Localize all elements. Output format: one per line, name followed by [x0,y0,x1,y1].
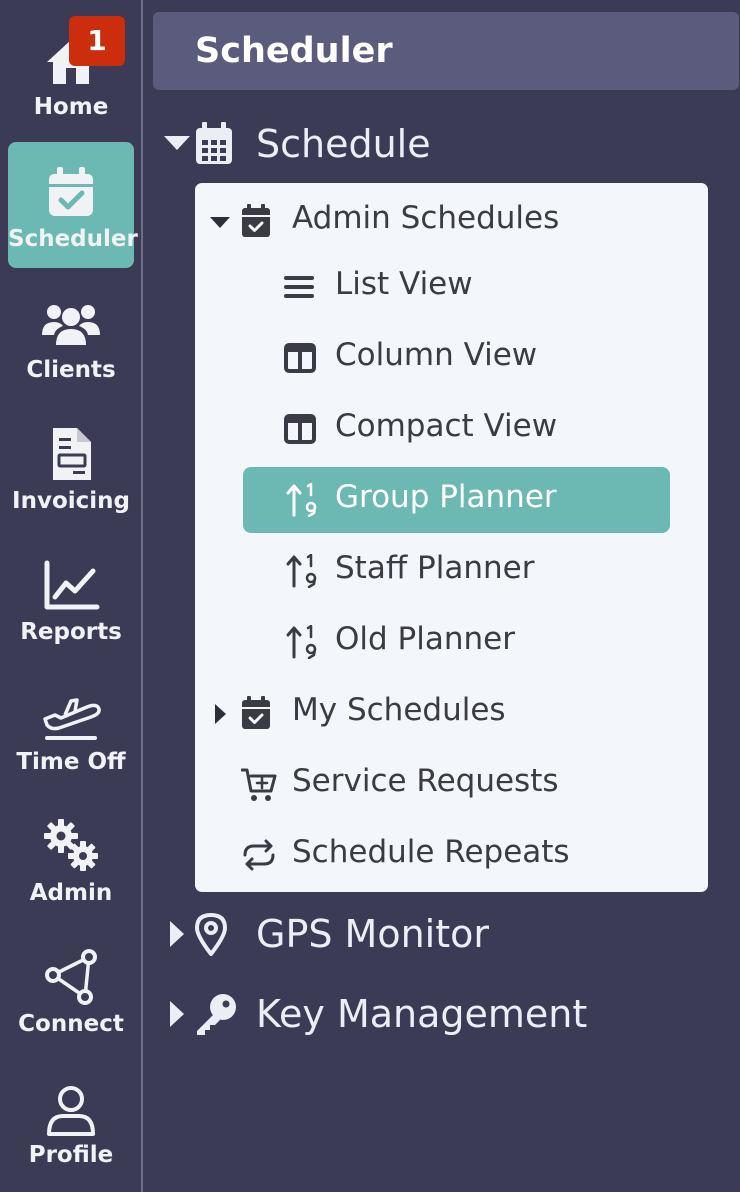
menu-item-label: Group Planner [335,479,557,515]
rail-item-label: Profile [28,1142,114,1168]
list-icon [284,276,314,298]
panel-title-bar: Scheduler [153,12,739,90]
menu-item-schedule-repeats[interactable]: Schedule Repeats [203,822,700,888]
rail-item-home[interactable]: 1 Home [8,10,134,136]
rail-item-clients[interactable]: Clients [8,273,134,399]
menu-item-old-planner[interactable]: Old Planner [243,609,670,675]
rail-item-invoicing[interactable]: Invoicing [8,404,134,530]
plane-departure-icon [43,698,101,740]
users-icon [42,305,100,345]
cart-plus-icon [241,768,277,801]
columns-icon [284,343,316,373]
caret-right-icon [170,921,184,947]
rail-item-label: Home [33,94,109,120]
rail-item-label: Invoicing [12,488,130,514]
menu-item-service-requests[interactable]: Service Requests [203,751,700,817]
rail-item-scheduler[interactable]: Scheduler [8,142,138,268]
calendar-check-icon [49,167,93,216]
user-icon [47,1086,95,1136]
section-schedule[interactable]: Schedule [160,118,720,172]
menu-item-label: Old Planner [335,621,515,657]
schedule-menu: Admin Schedules List View Column View Co… [195,183,708,892]
menu-item-column-view[interactable]: Column View [243,325,670,391]
rail-item-connect[interactable]: Connect [8,927,134,1053]
menu-item-label: Staff Planner [335,550,535,586]
menu-item-label: List View [335,266,473,302]
section-key-management[interactable]: Key Management [160,988,720,1042]
menu-item-label: My Schedules [292,692,506,728]
menu-item-label: Admin Schedules [292,200,560,236]
columns-icon [284,414,316,444]
key-icon [197,994,236,1035]
rail-item-label: Scheduler [8,226,138,252]
repeat-icon [243,839,275,871]
panel-title: Scheduler [195,31,393,71]
calendar-check-icon [242,696,270,729]
rail-item-label: Clients [26,357,116,383]
share-nodes-icon [45,949,97,1005]
menu-item-group-planner[interactable]: Group Planner [243,467,670,533]
menu-item-compact-view[interactable]: Compact View [243,396,670,462]
menu-item-list-view[interactable]: List View [243,254,670,320]
rail-item-reports[interactable]: Reports [8,535,134,661]
sort-number-icon [286,625,317,659]
rail-item-label: Admin [29,880,113,906]
menu-item-label: Compact View [335,408,558,444]
invoice-icon [53,428,91,480]
rail-item-admin[interactable]: Admin [8,796,134,922]
nav-rail: 1 Home Scheduler Clients Invoicing Repor… [0,0,143,1192]
menu-item-staff-planner[interactable]: Staff Planner [243,538,670,604]
chart-line-icon [44,560,100,610]
menu-item-label: Column View [335,337,538,373]
section-gps-monitor-label: GPS Monitor [256,912,490,956]
rail-item-time-off[interactable]: Time Off [8,665,134,791]
rail-item-profile[interactable]: Profile [8,1058,134,1184]
notification-badge: 1 [69,16,125,66]
menu-item-my-schedules[interactable]: My Schedules [203,680,700,746]
caret-right-icon [170,1001,184,1027]
calendar-icon [196,122,232,164]
section-gps-monitor[interactable]: GPS Monitor [160,908,720,962]
menu-item-label: Schedule Repeats [292,834,570,870]
caret-down-icon [210,217,230,228]
menu-item-label: Service Requests [292,763,559,799]
calendar-check-icon [242,204,270,237]
gears-icon [44,819,98,871]
caret-down-icon [164,136,190,150]
caret-right-icon [215,704,226,724]
rail-item-label: Connect [18,1011,124,1037]
section-schedule-label: Schedule [256,122,431,166]
rail-item-label: Reports [20,619,122,645]
sort-number-icon [286,554,317,588]
menu-item-admin-schedules[interactable]: Admin Schedules [203,188,700,254]
sort-number-icon [286,483,317,517]
section-key-management-label: Key Management [256,992,588,1036]
location-pin-icon [195,913,227,956]
rail-item-label: Time Off [16,749,126,775]
